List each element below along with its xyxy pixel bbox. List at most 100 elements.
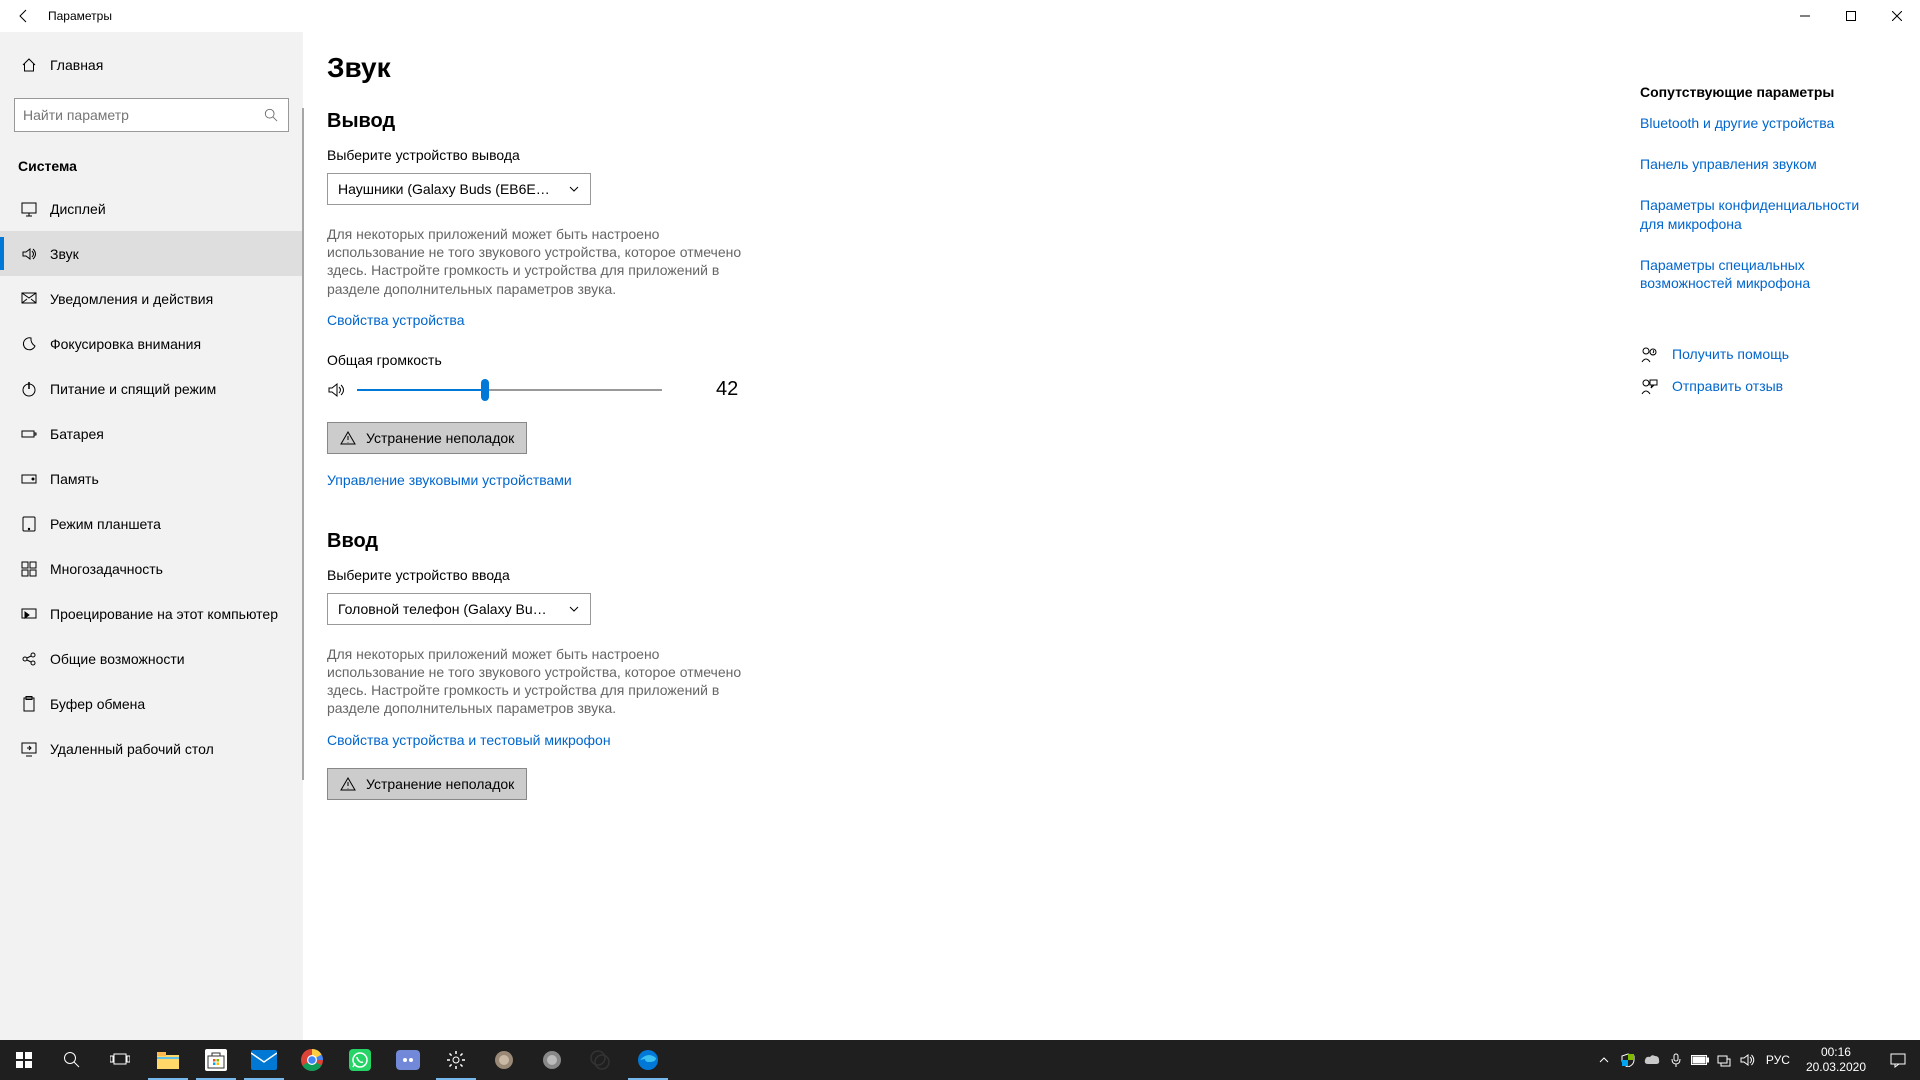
- sidebar-item-sound[interactable]: Звук: [0, 231, 303, 276]
- sidebar-item-power[interactable]: Питание и спящий режим: [0, 366, 303, 411]
- search-input[interactable]: [15, 107, 254, 123]
- sidebar-item-label: Удаленный рабочий стол: [50, 741, 214, 757]
- sidebar-item-focus[interactable]: Фокусировка внимания: [0, 321, 303, 366]
- app-icon: [542, 1050, 562, 1070]
- tray-overflow[interactable]: [1592, 1040, 1616, 1080]
- close-button[interactable]: [1874, 0, 1920, 32]
- sidebar-item-multitask[interactable]: Многозадачность: [0, 546, 303, 591]
- troubleshoot-label: Устранение неполадок: [366, 776, 514, 792]
- output-device-value: Наушники (Galaxy Buds (EB6E) Ster...: [338, 181, 553, 197]
- sidebar-item-remote[interactable]: Удаленный рабочий стол: [0, 726, 303, 771]
- tray-date: 20.03.2020: [1806, 1060, 1866, 1075]
- sidebar-item-tablet[interactable]: Режим планшета: [0, 501, 303, 546]
- focus-icon: [18, 336, 40, 352]
- taskbar-app-generic2[interactable]: [528, 1040, 576, 1080]
- related-link-mic-privacy[interactable]: Параметры конфиденциальности для микрофо…: [1640, 196, 1880, 234]
- maximize-button[interactable]: [1828, 0, 1874, 32]
- home-icon: [18, 57, 40, 73]
- remote-icon: [18, 741, 40, 757]
- sidebar-item-storage[interactable]: Память: [0, 456, 303, 501]
- related-link-sound-panel[interactable]: Панель управления звуком: [1640, 155, 1880, 174]
- output-heading: Вывод: [327, 110, 1153, 133]
- chevron-down-icon: [568, 183, 580, 195]
- search-button[interactable]: [48, 1040, 96, 1080]
- input-heading: Ввод: [327, 530, 1153, 553]
- sidebar-item-label: Фокусировка внимания: [50, 336, 201, 352]
- battery-icon: [18, 426, 40, 442]
- related-link-bluetooth[interactable]: Bluetooth и другие устройства: [1640, 114, 1880, 133]
- sidebar-item-shared[interactable]: Общие возможности: [0, 636, 303, 681]
- back-button[interactable]: [0, 0, 48, 32]
- taskbar-app-store[interactable]: [192, 1040, 240, 1080]
- taskbar-app-settings[interactable]: [432, 1040, 480, 1080]
- taskview-icon: [110, 1052, 130, 1068]
- start-button[interactable]: [0, 1040, 48, 1080]
- related-panel: Сопутствующие параметры Bluetooth и друг…: [1640, 84, 1880, 409]
- sidebar-item-clipboard[interactable]: Буфер обмена: [0, 681, 303, 726]
- tray-battery-icon[interactable]: [1688, 1040, 1712, 1080]
- chrome-icon: [301, 1049, 323, 1071]
- taskbar-app-chrome[interactable]: [288, 1040, 336, 1080]
- sidebar-item-project[interactable]: Проецирование на этот компьютер: [0, 591, 303, 636]
- tray-volume-icon[interactable]: [1736, 1040, 1760, 1080]
- tray-language[interactable]: РУС: [1760, 1053, 1796, 1067]
- tray-network-icon[interactable]: [1712, 1040, 1736, 1080]
- taskbar-app-explorer[interactable]: [144, 1040, 192, 1080]
- mail-icon: [251, 1050, 277, 1070]
- related-link-mic-access[interactable]: Параметры специальных возможностей микро…: [1640, 256, 1880, 294]
- taskbar-app-edge[interactable]: [624, 1040, 672, 1080]
- sidebar-item-display[interactable]: Дисплей: [0, 186, 303, 231]
- search-box[interactable]: [14, 98, 289, 132]
- sidebar-item-battery[interactable]: Батарея: [0, 411, 303, 456]
- whatsapp-icon: [349, 1049, 371, 1071]
- notification-icon: [1890, 1052, 1906, 1068]
- shield-icon: [1621, 1053, 1635, 1067]
- taskview-button[interactable]: [96, 1040, 144, 1080]
- volume-slider[interactable]: [357, 378, 662, 402]
- sidebar-item-label: Уведомления и действия: [50, 291, 213, 307]
- tray-security-icon[interactable]: [1616, 1040, 1640, 1080]
- speaker-icon: [1740, 1053, 1756, 1067]
- taskbar-app-skype[interactable]: [576, 1040, 624, 1080]
- minimize-button[interactable]: [1782, 0, 1828, 32]
- help-icon: [1640, 345, 1658, 363]
- discord-icon: [396, 1050, 420, 1070]
- taskbar-app-discord[interactable]: [384, 1040, 432, 1080]
- output-device-dropdown[interactable]: Наушники (Galaxy Buds (EB6E) Ster...: [327, 173, 591, 205]
- edge-icon: [637, 1049, 659, 1071]
- input-device-properties-link[interactable]: Свойства устройства и тестовый микрофон: [327, 732, 611, 748]
- tray-onedrive-icon[interactable]: [1640, 1040, 1664, 1080]
- project-icon: [18, 606, 40, 622]
- manage-sound-devices-link[interactable]: Управление звуковыми устройствами: [327, 472, 572, 488]
- chevron-up-icon: [1599, 1055, 1609, 1065]
- output-troubleshoot-button[interactable]: Устранение неполадок: [327, 422, 527, 454]
- output-device-properties-link[interactable]: Свойства устройства: [327, 312, 465, 328]
- troubleshoot-label: Устранение неполадок: [366, 430, 514, 446]
- tray-time: 00:16: [1806, 1045, 1866, 1060]
- input-device-dropdown[interactable]: Головной телефон (Galaxy Buds (EB...: [327, 593, 591, 625]
- taskbar-app-generic1[interactable]: [480, 1040, 528, 1080]
- input-troubleshoot-button[interactable]: Устранение неполадок: [327, 768, 527, 800]
- taskbar-app-whatsapp[interactable]: [336, 1040, 384, 1080]
- chevron-down-icon: [568, 603, 580, 615]
- volume-slider-thumb[interactable]: [481, 379, 489, 401]
- sidebar-item-notifications[interactable]: Уведомления и действия: [0, 276, 303, 321]
- content-area: Звук Вывод Выберите устройство вывода На…: [303, 32, 1920, 1040]
- tray-notifications[interactable]: [1876, 1040, 1920, 1080]
- sidebar-item-label: Дисплей: [50, 201, 106, 217]
- tray-microphone-icon[interactable]: [1664, 1040, 1688, 1080]
- power-icon: [18, 381, 40, 397]
- window-title: Параметры: [48, 9, 112, 23]
- taskbar-app-mail[interactable]: [240, 1040, 288, 1080]
- sidebar-item-label: Многозадачность: [50, 561, 163, 577]
- clipboard-icon: [18, 696, 40, 712]
- volume-label: Общая громкость: [327, 352, 1153, 368]
- input-select-label: Выберите устройство ввода: [327, 567, 1153, 583]
- sidebar-home[interactable]: Главная: [0, 42, 303, 88]
- feedback-link[interactable]: Отправить отзыв: [1640, 377, 1880, 395]
- get-help-link[interactable]: Получить помощь: [1640, 345, 1880, 363]
- page-title: Звук: [327, 52, 1153, 84]
- sidebar-home-label: Главная: [50, 57, 103, 73]
- app-icon: [494, 1050, 514, 1070]
- tray-clock[interactable]: 00:16 20.03.2020: [1796, 1045, 1876, 1075]
